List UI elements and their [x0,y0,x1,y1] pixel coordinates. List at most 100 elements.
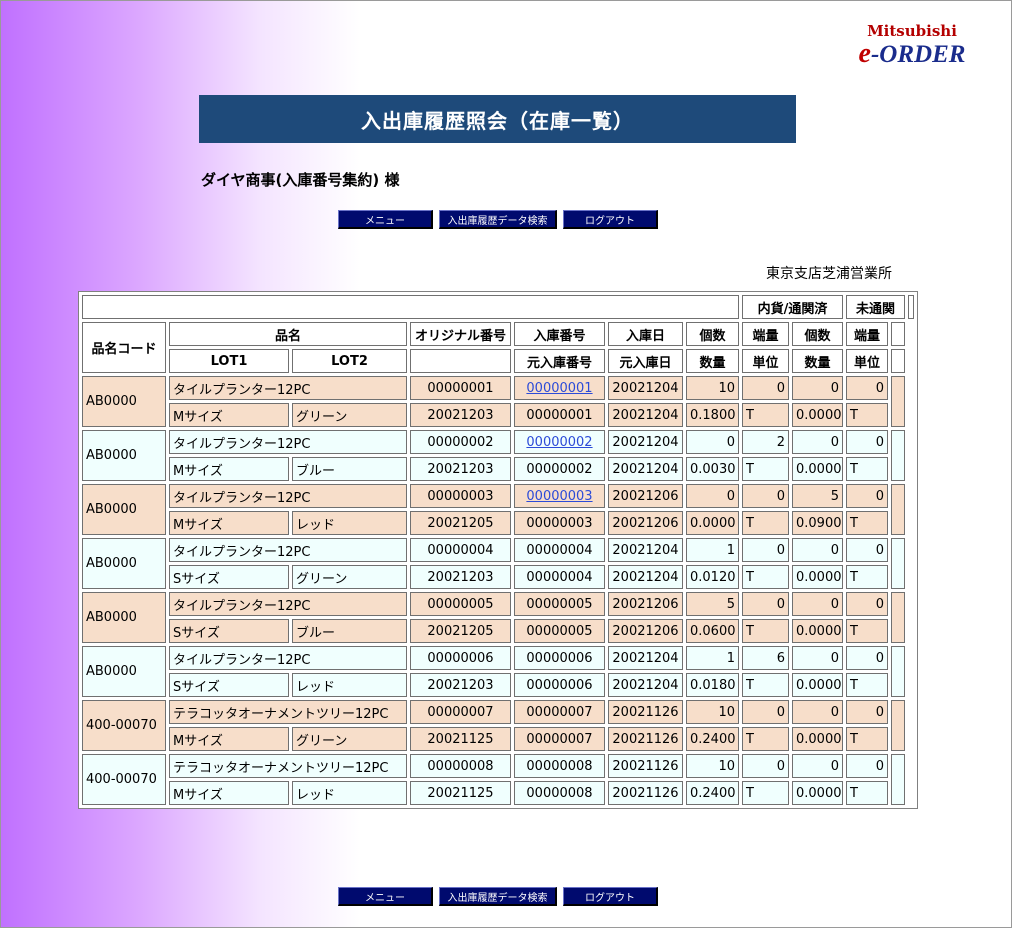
orig-receipt-date: 20021204 [608,457,683,481]
header-orig-receipt-no: 元入庫番号 [514,349,605,373]
orig-receipt-number: 00000004 [514,565,605,589]
logo-e: e [858,38,871,69]
domestic-count: 10 [686,754,739,778]
uncleared-quantity: 0.0900 [792,511,843,535]
receipt-date: 20021206 [608,592,683,616]
receipt-date: 20021204 [608,538,683,562]
receipt-link[interactable]: 00000002 [526,435,592,450]
domestic-fraction: 0 [742,538,789,562]
domestic-count: 1 [686,538,739,562]
domestic-fraction: 0 [742,592,789,616]
original-number: 00000004 [410,538,511,562]
domestic-quantity: 0.1800 [686,403,739,427]
lot1-value: Sサイズ [169,673,289,697]
header-lot2: LOT2 [292,349,407,373]
uncleared-count: 0 [792,430,843,454]
lot-date: 20021203 [410,565,511,589]
orig-receipt-date: 20021126 [608,781,683,805]
header-uncleared-quantity: 数量 [792,349,843,373]
header-domestic-unit: 単位 [742,349,789,373]
uncleared-fraction: 0 [846,538,888,562]
receipt-date: 20021206 [608,484,683,508]
table-row-detail: Mサイズ ブルー 20021203 00000002 20021204 0.0030 T 0.… [82,457,914,481]
header-blank [82,295,739,319]
receipt-number: 00000006 [514,646,605,670]
logo-eorder: e-ORDER [842,38,982,70]
mitsubishi-eorder-logo: Mitsubishi e-ORDER [842,22,982,70]
header-row-1: 内貨/通関済 未通関 [82,295,914,319]
lot1-value: Sサイズ [169,565,289,589]
receipt-link[interactable]: 00000003 [526,489,592,504]
domestic-unit: T [742,673,789,697]
lot2-value: レッド [292,781,407,805]
menu-button[interactable]: メニュー [338,887,433,906]
header-domestic-count: 個数 [686,322,739,346]
domestic-count: 1 [686,646,739,670]
domestic-unit: T [742,727,789,751]
logout-button[interactable]: ログアウト [563,887,658,906]
uncleared-fraction: 0 [846,646,888,670]
uncleared-quantity: 0.0000 [792,781,843,805]
receipt-number: 00000001 [514,376,605,400]
uncleared-quantity: 0.0000 [792,727,843,751]
table-row-detail: Mサイズ グリーン 20021203 00000001 20021204 0.1800 T 0… [82,403,914,427]
item-name: タイルプランター12PC [169,592,407,616]
lot-date: 20021205 [410,619,511,643]
table-row-detail: Mサイズ グリーン 20021125 00000007 20021126 0.2400 T 0… [82,727,914,751]
header-orig-receipt-date: 元入庫日 [608,349,683,373]
orig-receipt-date: 20021204 [608,403,683,427]
item-code: AB0000 [82,538,166,589]
domestic-unit: T [742,511,789,535]
uncleared-quantity: 0.0000 [792,619,843,643]
uncleared-unit: T [846,781,888,805]
inventory-table-wrapper: 内貨/通関済 未通関 品名コード 品名 オリジナル番号 入庫番号 入庫日 個数 … [78,291,918,809]
receipt-number: 00000002 [514,430,605,454]
row-spacer [891,538,906,589]
uncleared-count: 0 [792,592,843,616]
header-uncleared: 未通関 [846,295,906,319]
table-row: AB0000 タイルプランター12PC 00000005 00000005 200212… [82,592,914,643]
domestic-quantity: 0.0000 [686,511,739,535]
lot2-value: レッド [292,673,407,697]
lot2-value: グリーン [292,727,407,751]
receipt-link[interactable]: 00000001 [526,381,592,396]
lot1-value: Mサイズ [169,781,289,805]
item-name: テラコッタオーナメントツリー12PC [169,700,407,724]
uncleared-unit: T [846,619,888,643]
orig-receipt-date: 20021126 [608,727,683,751]
uncleared-quantity: 0.0000 [792,457,843,481]
table-row-detail: Mサイズ レッド 20021205 00000003 20021206 0.0000 T 0.… [82,511,914,535]
logout-button[interactable]: ログアウト [563,210,658,229]
domestic-quantity: 0.0600 [686,619,739,643]
domestic-fraction: 0 [742,754,789,778]
domestic-count: 10 [686,700,739,724]
header-uncleared-unit: 単位 [846,349,888,373]
domestic-count: 10 [686,376,739,400]
uncleared-unit: T [846,673,888,697]
domestic-quantity: 0.0180 [686,673,739,697]
header-row-3: LOT1 LOT2 元入庫番号 元入庫日 数量 単位 数量 単位 [82,349,914,373]
orig-receipt-date: 20021206 [608,619,683,643]
domestic-unit: T [742,619,789,643]
history-search-button[interactable]: 入出庫履歴データ検索 [439,887,557,906]
row-spacer [891,484,906,535]
orig-receipt-number: 00000007 [514,727,605,751]
lot2-value: グリーン [292,565,407,589]
uncleared-fraction: 0 [846,484,888,508]
table-row: AB0000 タイルプランター12PC 00000006 00000006 200212… [82,646,914,697]
office-name: 東京支店芝浦営業所 [766,266,892,282]
menu-button[interactable]: メニュー [338,210,433,229]
uncleared-count: 0 [792,538,843,562]
item-name: テラコッタオーナメントツリー12PC [169,754,407,778]
domestic-fraction: 0 [742,700,789,724]
history-search-button[interactable]: 入出庫履歴データ検索 [439,210,557,229]
table-row-detail: Sサイズ レッド 20021203 00000006 20021204 0.0180 T 0.… [82,673,914,697]
receipt-date: 20021126 [608,754,683,778]
uncleared-quantity: 0.0000 [792,565,843,589]
uncleared-unit: T [846,565,888,589]
header-domestic: 内貨/通関済 [742,295,843,319]
row-spacer [891,700,906,751]
lot1-value: Mサイズ [169,727,289,751]
lot-date: 20021203 [410,457,511,481]
header-uncleared-fraction: 端量 [846,322,888,346]
